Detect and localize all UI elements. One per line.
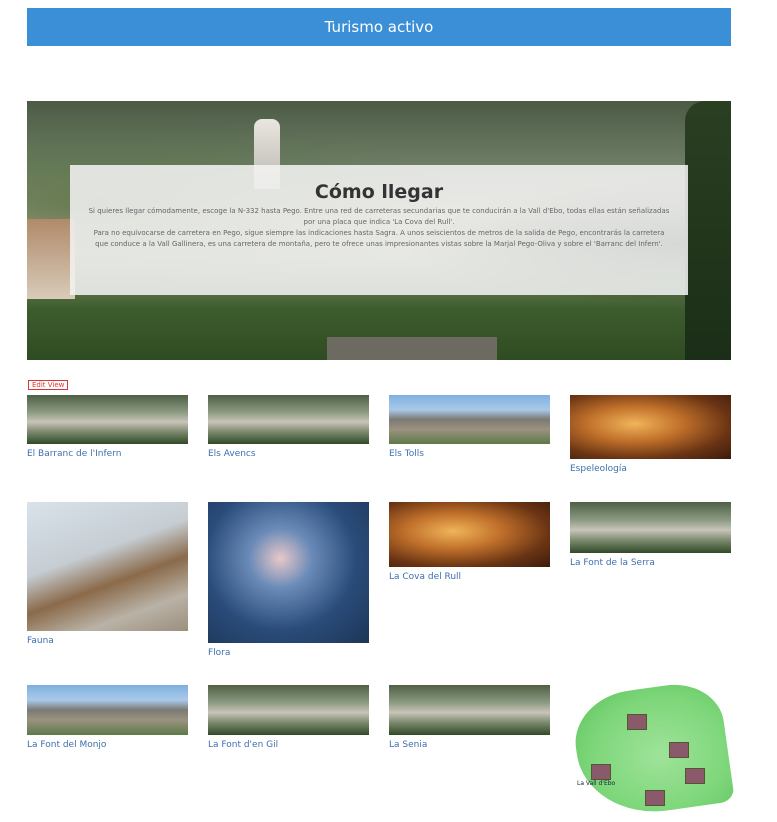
card-flora[interactable]: Flora <box>208 502 369 658</box>
card-label[interactable]: La Senia <box>389 740 550 750</box>
card-thumbnail[interactable] <box>208 395 369 444</box>
card-thumbnail[interactable] <box>389 502 550 567</box>
card-thumbnail[interactable] <box>208 502 369 643</box>
edit-view-link[interactable]: Edit View <box>28 380 69 390</box>
card-font-de-la-serra[interactable]: La Font de la Serra <box>570 502 731 568</box>
card-els-avencs[interactable]: Els Avencs <box>208 395 369 459</box>
card-label[interactable]: La Font d'en Gil <box>208 740 369 750</box>
card-thumbnail[interactable] <box>389 685 550 735</box>
card-barranc-infern[interactable]: El Barranc de l'Infern <box>27 395 188 459</box>
hero-banner: Cómo llegar Si quieres llegar cómodament… <box>27 101 731 360</box>
hero-stone-wall <box>327 337 497 360</box>
card-label[interactable]: El Barranc de l'Infern <box>27 449 188 459</box>
card-la-senia[interactable]: La Senia <box>389 685 550 750</box>
map-photo-marker[interactable] <box>627 714 647 730</box>
card-thumbnail[interactable] <box>208 685 369 735</box>
card-label[interactable]: Flora <box>208 648 369 658</box>
card-label[interactable]: La Font del Monjo <box>27 740 188 750</box>
card-label[interactable]: Fauna <box>27 636 188 646</box>
card-label[interactable]: Espeleología <box>570 464 731 474</box>
map-photo-marker[interactable] <box>685 768 705 784</box>
card-thumbnail[interactable] <box>27 395 188 444</box>
hero-title: Cómo llegar <box>314 181 444 203</box>
map-photo-marker[interactable] <box>591 764 611 780</box>
card-espeleologia[interactable]: Espeleología <box>570 395 731 474</box>
card-thumbnail[interactable] <box>389 395 550 444</box>
card-thumbnail[interactable] <box>27 502 188 631</box>
card-thumbnail[interactable] <box>27 685 188 735</box>
hero-rooftops <box>27 219 75 299</box>
card-cova-del-rull[interactable]: La Cova del Rull <box>389 502 550 582</box>
page-title: Turismo activo <box>324 18 434 36</box>
card-thumbnail[interactable] <box>570 395 731 459</box>
map-photo-marker[interactable] <box>669 742 689 758</box>
card-fauna[interactable]: Fauna <box>27 502 188 646</box>
map-photo-marker[interactable] <box>645 790 665 806</box>
area-map[interactable]: La Vall d'Ebo <box>569 678 735 822</box>
page-header: Turismo activo <box>27 8 731 46</box>
card-font-den-gil[interactable]: La Font d'en Gil <box>208 685 369 750</box>
card-label[interactable]: La Font de la Serra <box>570 558 731 568</box>
card-label[interactable]: Els Avencs <box>208 449 369 459</box>
how-to-get-there-panel: Cómo llegar Si quieres llegar cómodament… <box>70 165 688 295</box>
hero-paragraph-1: Si quieres llegar cómodamente, escoge la… <box>88 207 670 226</box>
card-label[interactable]: Els Tolls <box>389 449 550 459</box>
hero-cypress-tree <box>685 101 731 360</box>
card-label[interactable]: La Cova del Rull <box>389 572 550 582</box>
card-thumbnail[interactable] <box>570 502 731 553</box>
hero-paragraph-2: Para no equivocarse de carretera en Pego… <box>93 229 665 248</box>
card-els-tolls[interactable]: Els Tolls <box>389 395 550 459</box>
map-label: La Vall d'Ebo <box>577 780 616 787</box>
card-font-del-monjo[interactable]: La Font del Monjo <box>27 685 188 750</box>
